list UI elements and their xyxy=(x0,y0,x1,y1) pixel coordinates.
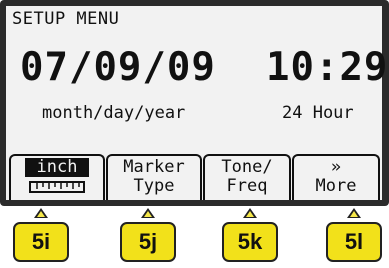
pointer-arrow-icon xyxy=(243,208,257,218)
softkey-marker-type[interactable]: Marker Type xyxy=(106,154,202,200)
softkey-more[interactable]: » More xyxy=(292,154,380,200)
softkey-bar: inch Marker Type Tone/ Freq » More xyxy=(6,146,382,200)
lcd-screen: SETUP MENU 07/09/09 10:29 month/day/year… xyxy=(6,6,387,200)
pointer-arrow-icon xyxy=(347,208,361,218)
softkey-more-label: More xyxy=(315,176,357,196)
display-bezel: SETUP MENU 07/09/09 10:29 month/day/year… xyxy=(0,0,389,206)
softkey-units[interactable]: inch xyxy=(9,154,105,200)
pointer-arrow-icon xyxy=(34,208,48,218)
key-label-5j[interactable]: 5j xyxy=(120,222,176,262)
time-value: 10:29 xyxy=(266,45,389,90)
ruler-icon xyxy=(29,181,85,193)
softkey-units-label: inch xyxy=(24,158,90,177)
date-value: 07/09/09 xyxy=(20,45,216,90)
softkey-marker-type-line2: Type xyxy=(133,176,175,196)
pointer-arrow-icon xyxy=(141,208,155,218)
time-format-label: 24 Hour xyxy=(282,103,354,123)
softkey-tone-freq-line2: Freq xyxy=(226,176,268,196)
more-chevron-icon: » xyxy=(330,157,342,177)
menu-title: SETUP MENU xyxy=(12,9,120,29)
softkey-tone-freq[interactable]: Tone/ Freq xyxy=(203,154,291,200)
softkey-marker-type-line1: Marker xyxy=(123,157,185,177)
key-label-5l[interactable]: 5l xyxy=(326,222,382,262)
key-label-5k[interactable]: 5k xyxy=(222,222,278,262)
softkey-tone-freq-line1: Tone/ xyxy=(221,157,273,177)
date-format-label: month/day/year xyxy=(42,103,186,123)
key-label-5i[interactable]: 5i xyxy=(13,222,69,262)
